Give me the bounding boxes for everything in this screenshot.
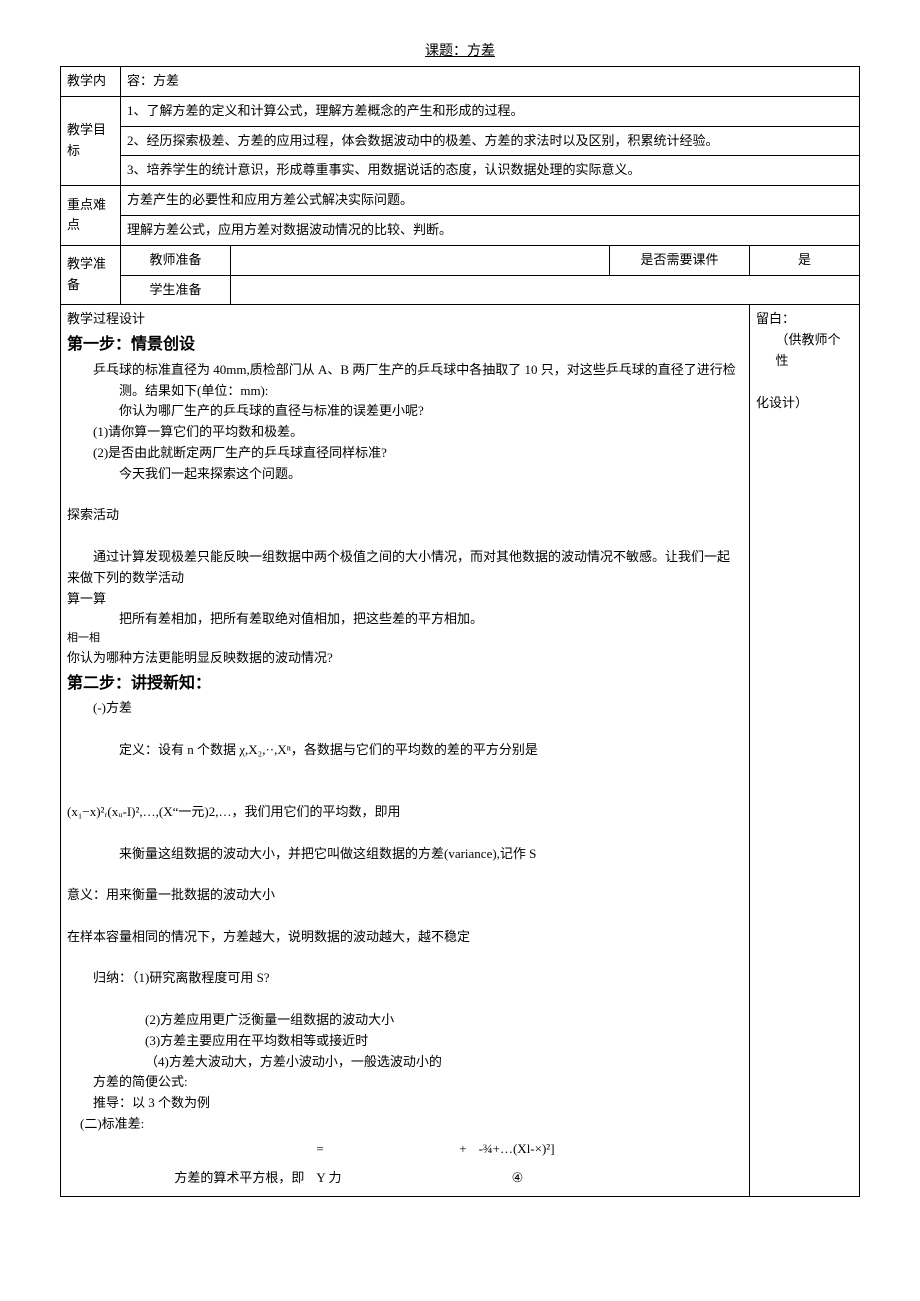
s2-meaning: 意义：用来衡量一批数据的波动大小 [67, 885, 743, 906]
s2-sub2: (二)标准差: [67, 1114, 743, 1135]
explore-head: 探索活动 [67, 505, 743, 526]
formula-plus: + [405, 1135, 473, 1164]
s2-sum2: (2)方差应用更广泛衡量一组数据的波动大小 [67, 1010, 743, 1031]
goal-2: 2、经历探索极差、方差的应用过程，体会数据波动中的极差、方差的求法时以及区别，积… [121, 126, 860, 156]
goal-1: 1、了解方差的定义和计算公式，理解方差概念的产生和形成的过程。 [121, 96, 860, 126]
formula-desc: 方差的算术平方根，即 [67, 1164, 310, 1193]
formula-yli: Y 力 [310, 1164, 405, 1193]
formula-circ: ④ [473, 1164, 743, 1193]
row-goal-1: 教学目 标 1、了解方差的定义和计算公式，理解方差概念的产生和形成的过程。 [61, 96, 860, 126]
row-body: 教学过程设计 第一步：情景创设 乒乓球的标准直径为 40mm,质检部门从 A、B… [61, 305, 860, 1197]
s2-sum4: （4)方差大波动大，方差小波动小，一般选波动小的 [67, 1052, 743, 1073]
margin-note: 留白： （供教师个性 化设计） [749, 305, 859, 1197]
s1-q: 你认为哪厂生产的乒乓球的直径与标准的误差更小呢? [67, 401, 743, 422]
prep-student-value [231, 275, 860, 305]
s2-sub1: (-)方差 [67, 698, 743, 719]
s1-p1: 乒乓球的标准直径为 40mm,质检部门从 A、B 两厂生产的乒乓球中各抽取了 1… [67, 360, 743, 402]
row-focus-1: 重点难 点 方差产生的必要性和应用方差公式解决实际问题。 [61, 186, 860, 216]
calc-head: 算一算 [67, 589, 743, 610]
prep-student-label: 学生准备 [121, 275, 231, 305]
row-content: 教学内 容：方差 [61, 67, 860, 97]
s2-derive: 推导：以 3 个数为例 [67, 1093, 743, 1114]
s1-a: (1)请你算一算它们的平均数和极差。 [67, 422, 743, 443]
focus-1: 方差产生的必要性和应用方差公式解决实际问题。 [121, 186, 860, 216]
prep-teacher-label: 教师准备 [121, 245, 231, 275]
design-label: 教学过程设计 [67, 309, 743, 330]
body-cell: 教学过程设计 第一步：情景创设 乒乓球的标准直径为 40mm,质检部门从 A、B… [61, 305, 750, 1197]
page-title: 课题：方差 [60, 40, 860, 60]
s1-c: 今天我们一起来探索这个问题。 [67, 464, 743, 485]
think-head: 相一相 [67, 630, 743, 648]
prep-teacher-value [231, 245, 610, 275]
need-courseware-label: 是否需要课件 [609, 245, 749, 275]
need-courseware-value: 是 [749, 245, 859, 275]
value-content: 容：方差 [121, 67, 860, 97]
label-prep: 教学准 备 [61, 245, 121, 305]
formula-tail: -¾+…(Xl-×)²] [473, 1135, 743, 1164]
explore-p: 通过计算发现极差只能反映一组数据中两个极值之间的大小情况，而对其他数据的波动情况… [67, 547, 743, 589]
s2-sample: 在样本容量相同的情况下，方差越大，说明数据的波动越大，越不稳定 [67, 927, 743, 948]
label-goals: 教学目 标 [61, 96, 121, 185]
s2-def: 定义：设有 n 个数据 χ,X₂,··,Xⁿ，各数据与它们的平均数的差的平方分别… [67, 740, 743, 761]
formula-eq: = [310, 1135, 405, 1164]
lesson-plan-table: 教学内 容：方差 教学目 标 1、了解方差的定义和计算公式，理解方差概念的产生和… [60, 66, 860, 1197]
formula-table: = + -¾+…(Xl-×)²] 方差的算术平方根，即 Y 力 ④ [67, 1135, 743, 1193]
s1-b: (2)是否由此就断定两厂生产的乒乓球直径同样标准? [67, 443, 743, 464]
label-content: 教学内 [61, 67, 121, 97]
label-focus: 重点难 点 [61, 186, 121, 246]
row-focus-2: 理解方差公式，应用方差对数据波动情况的比较、判断。 [61, 215, 860, 245]
row-prep-student: 学生准备 [61, 275, 860, 305]
s2-sum3: (3)方差主要应用在平均数相等或接近时 [67, 1031, 743, 1052]
row-goal-2: 2、经历探索极差、方差的应用过程，体会数据波动中的极差、方差的求法时以及区别，积… [61, 126, 860, 156]
goal-3: 3、培养学生的统计意识，形成尊重事实、用数据说话的态度，认识数据处理的实际意义。 [121, 156, 860, 186]
step2-head: 第二步：讲授新知： [67, 671, 743, 697]
focus-2: 理解方差公式，应用方差对数据波动情况的比较、判断。 [121, 215, 860, 245]
s2-measure: 来衡量这组数据的波动大小，并把它叫做这组数据的方差(variance),记作 S [67, 844, 743, 865]
s2-simple: 方差的简便公式: [67, 1072, 743, 1093]
think-q: 你认为哪种方法更能明显反映数据的波动情况? [67, 648, 743, 669]
calc-p: 把所有差相加，把所有差取绝对值相加，把这些差的平方相加。 [67, 609, 743, 630]
step1-head: 第一步：情景创设 [67, 332, 743, 358]
row-goal-3: 3、培养学生的统计意识，形成尊重事实、用数据说话的态度，认识数据处理的实际意义。 [61, 156, 860, 186]
s2-formula-line: (x₁−x)²ᵣ(xᵤ-I)²,…,(X“一元)2,…，我们用它们的平均数，即用 [67, 802, 743, 823]
row-prep-teacher: 教学准 备 教师准备 是否需要课件 是 [61, 245, 860, 275]
s2-sum-head: 归纳：（1)研究离散程度可用 S? [67, 968, 743, 989]
